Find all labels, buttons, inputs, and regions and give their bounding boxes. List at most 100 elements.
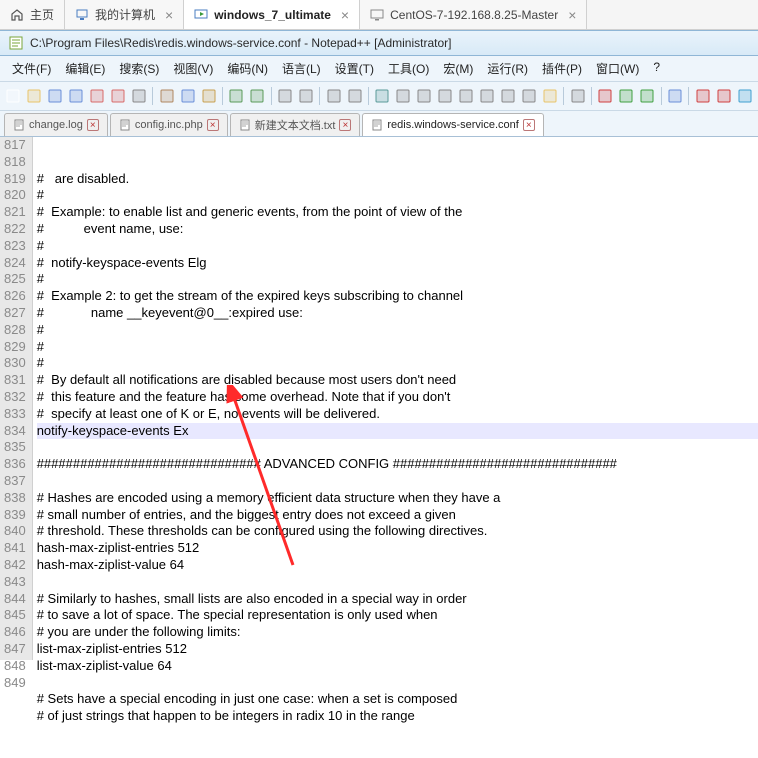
toolbar-find-button[interactable] xyxy=(276,85,295,107)
code-line[interactable]: # By default all notifications are disab… xyxy=(37,372,758,389)
menu-12[interactable]: ? xyxy=(647,58,666,79)
code-line[interactable]: # Sets have a special encoding in just o… xyxy=(37,691,758,708)
code-line[interactable]: # this feature and the feature has some … xyxy=(37,389,758,406)
find-icon xyxy=(277,88,293,104)
toolbar-play-button[interactable] xyxy=(617,85,636,107)
code-line[interactable]: notify-keyspace-events Ex xyxy=(37,423,758,440)
code-line[interactable] xyxy=(37,675,758,692)
code-line[interactable]: # Example: to enable list and generic ev… xyxy=(37,204,758,221)
toolbar-doc-map-button[interactable] xyxy=(499,85,518,107)
menu-6[interactable]: 设置(T) xyxy=(329,58,380,79)
menu-4[interactable]: 编码(N) xyxy=(221,58,274,79)
toolbar-close-all-button[interactable] xyxy=(109,85,128,107)
menu-9[interactable]: 运行(R) xyxy=(481,58,534,79)
close-icon[interactable]: × xyxy=(339,119,351,131)
menu-1[interactable]: 编辑(E) xyxy=(59,58,111,79)
menu-10[interactable]: 插件(P) xyxy=(536,58,588,79)
toolbar-record-button[interactable] xyxy=(596,85,615,107)
code-line[interactable]: # name __keyevent@0__:expired use: xyxy=(37,305,758,322)
code-line[interactable]: # Example 2: to get the stream of the ex… xyxy=(37,288,758,305)
code-line[interactable] xyxy=(37,439,758,456)
code-line[interactable] xyxy=(37,473,758,490)
toolbar-wrap-button[interactable] xyxy=(394,85,413,107)
close-icon[interactable]: × xyxy=(207,119,219,131)
toolbar-unfold-button[interactable] xyxy=(478,85,497,107)
outer-tab-0[interactable]: 主页 xyxy=(0,0,65,29)
code-area[interactable]: # are disabled.## Example: to enable lis… xyxy=(33,137,758,660)
doc-tab-2[interactable]: 新建文本文档.txt× xyxy=(230,113,361,136)
doc-tab-1[interactable]: config.inc.php× xyxy=(110,113,228,136)
toolbar-close-button[interactable] xyxy=(88,85,107,107)
toolbar-cut-button[interactable] xyxy=(157,85,176,107)
code-line[interactable]: # threshold. These thresholds can be con… xyxy=(37,523,758,540)
toolbar-redo-button[interactable] xyxy=(248,85,267,107)
code-line[interactable]: hash-max-ziplist-entries 512 xyxy=(37,540,758,557)
outer-tab-3[interactable]: CentOS-7-192.168.8.25-Master× xyxy=(360,0,587,29)
code-line[interactable]: # xyxy=(37,339,758,356)
toolbar-undo-button[interactable] xyxy=(227,85,246,107)
doc-tab-3[interactable]: redis.windows-service.conf× xyxy=(362,113,543,136)
toolbar-save-all-button[interactable] xyxy=(67,85,86,107)
toolbar-zoom-out-button[interactable] xyxy=(345,85,364,107)
code-line[interactable]: # xyxy=(37,355,758,372)
outer-tab-2[interactable]: windows_7_ultimate× xyxy=(184,0,360,29)
toolbar-monitor-button[interactable] xyxy=(568,85,587,107)
toolbar-play-many-button[interactable] xyxy=(638,85,657,107)
code-line[interactable]: # of just strings that happen to be inte… xyxy=(37,708,758,725)
toolbar-paste-button[interactable] xyxy=(199,85,218,107)
menu-3[interactable]: 视图(V) xyxy=(167,58,219,79)
toolbar-open-button[interactable] xyxy=(25,85,44,107)
toolbar-zoom-in-button[interactable] xyxy=(324,85,343,107)
toolbar-t3-button[interactable] xyxy=(735,85,754,107)
code-line[interactable] xyxy=(37,574,758,591)
code-line[interactable]: list-max-ziplist-entries 512 xyxy=(37,641,758,658)
close-icon[interactable]: × xyxy=(341,7,349,23)
code-line[interactable]: # Similarly to hashes, small lists are a… xyxy=(37,591,758,608)
folder-icon xyxy=(542,88,558,104)
toolbar-func-list-button[interactable] xyxy=(519,85,538,107)
close-icon[interactable]: × xyxy=(523,119,535,131)
toolbar-indent-button[interactable] xyxy=(436,85,455,107)
toolbar-new-button[interactable] xyxy=(4,85,23,107)
code-line[interactable]: # xyxy=(37,271,758,288)
code-line[interactable]: # small number of entries, and the bigge… xyxy=(37,507,758,524)
code-line[interactable]: ############################### ADVANCED… xyxy=(37,456,758,473)
window-title: C:\Program Files\Redis\redis.windows-ser… xyxy=(30,36,452,50)
toolbar-fold-button[interactable] xyxy=(457,85,476,107)
outer-tab-1[interactable]: 我的计算机× xyxy=(65,0,184,29)
t3-icon xyxy=(737,88,753,104)
code-line[interactable]: # event name, use: xyxy=(37,221,758,238)
toolbar-replace-button[interactable] xyxy=(297,85,316,107)
code-line[interactable]: # xyxy=(37,322,758,339)
toolbar-all-chars-button[interactable] xyxy=(415,85,434,107)
toolbar-rec-save-button[interactable] xyxy=(665,85,684,107)
code-line[interactable]: # xyxy=(37,187,758,204)
menu-11[interactable]: 窗口(W) xyxy=(590,58,645,79)
close-icon[interactable]: × xyxy=(87,119,99,131)
menu-8[interactable]: 宏(M) xyxy=(437,58,479,79)
toolbar-t1-button[interactable] xyxy=(693,85,712,107)
code-line[interactable]: # specify at least one of K or E, no eve… xyxy=(37,406,758,423)
code-line[interactable]: # are disabled. xyxy=(37,171,758,188)
editor[interactable]: 8178188198208218228238248258268278288298… xyxy=(0,137,758,660)
menu-5[interactable]: 语言(L) xyxy=(276,58,327,79)
toolbar-t2-button[interactable] xyxy=(714,85,733,107)
toolbar-copy-button[interactable] xyxy=(178,85,197,107)
toolbar-sync-button[interactable] xyxy=(373,85,392,107)
menu-2[interactable]: 搜索(S) xyxy=(113,58,165,79)
menu-0[interactable]: 文件(F) xyxy=(6,58,57,79)
doc-tab-0[interactable]: change.log× xyxy=(4,113,108,136)
toolbar-folder-button[interactable] xyxy=(540,85,559,107)
toolbar-print-button[interactable] xyxy=(130,85,149,107)
menu-7[interactable]: 工具(O) xyxy=(382,58,435,79)
code-line[interactable]: # Hashes are encoded using a memory effi… xyxy=(37,490,758,507)
code-line[interactable]: hash-max-ziplist-value 64 xyxy=(37,557,758,574)
code-line[interactable]: list-max-ziplist-value 64 xyxy=(37,658,758,675)
code-line[interactable]: # you are under the following limits: xyxy=(37,624,758,641)
code-line[interactable]: # to save a lot of space. The special re… xyxy=(37,607,758,624)
close-icon[interactable]: × xyxy=(165,7,173,23)
code-line[interactable]: # xyxy=(37,238,758,255)
toolbar-save-button[interactable] xyxy=(46,85,65,107)
code-line[interactable]: # notify-keyspace-events Elg xyxy=(37,255,758,272)
close-icon[interactable]: × xyxy=(568,7,576,23)
